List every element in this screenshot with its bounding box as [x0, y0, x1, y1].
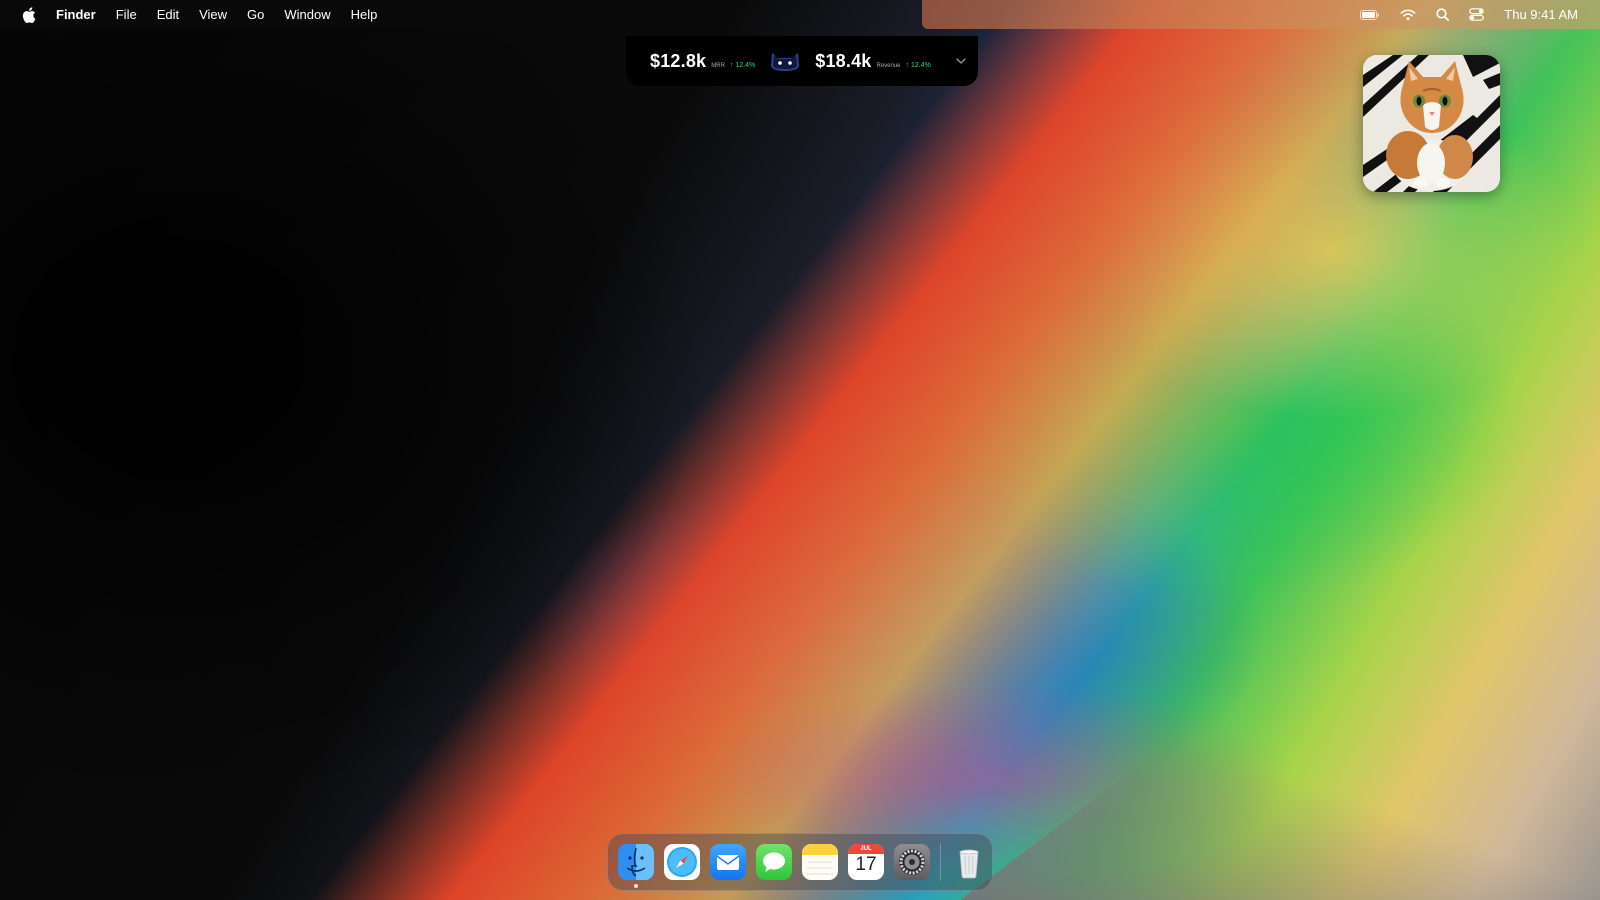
- revenue-value: $18.4k: [815, 50, 872, 71]
- revenue-label: Revenue: [876, 62, 901, 69]
- menu-edit[interactable]: Edit: [157, 7, 179, 22]
- dock-messages[interactable]: [756, 844, 792, 880]
- finder-running-indicator: [634, 884, 638, 888]
- menu-window[interactable]: Window: [284, 7, 330, 22]
- menubar-clock[interactable]: Thu 9:41 AM: [1504, 7, 1578, 22]
- desktop-wallpaper: [0, 0, 1600, 900]
- menu-help[interactable]: Help: [351, 7, 378, 22]
- safari-compass-icon: [667, 847, 697, 877]
- trash-icon: [959, 849, 979, 879]
- dock-notes[interactable]: [802, 844, 838, 880]
- battery-icon[interactable]: [1360, 9, 1380, 20]
- menu-go[interactable]: Go: [247, 7, 264, 22]
- dock-separator: [940, 843, 941, 881]
- dock-trash[interactable]: [951, 844, 987, 880]
- menu-view[interactable]: View: [199, 7, 227, 22]
- photo-widget[interactable]: [1363, 55, 1500, 192]
- mail-envelope-icon: [716, 855, 740, 870]
- dock-system-settings[interactable]: [894, 844, 930, 880]
- cat-mascot-icon: [769, 49, 801, 73]
- dock-mail[interactable]: [710, 844, 746, 880]
- apple-logo-icon[interactable]: [22, 6, 36, 23]
- notes-icon: [802, 844, 838, 875]
- menu-app-name[interactable]: Finder: [56, 7, 96, 22]
- revenue-change: ↑ 12.4%: [905, 61, 931, 69]
- revenue-stats-widget[interactable]: $12.8k MRR ↑ 12.4% $18.4k Revenue ↑ 12.4…: [626, 36, 978, 86]
- spotlight-search-icon[interactable]: [1436, 8, 1450, 21]
- control-center-icon[interactable]: [1469, 8, 1485, 21]
- gear-icon: [899, 849, 925, 875]
- menu-bar: Finder File Edit View Go Window Help Thu…: [0, 0, 1600, 29]
- dock: JUL 17: [607, 833, 993, 891]
- mrr-value: $12.8k: [650, 50, 707, 71]
- revenue-stat: $18.4k Revenue ↑ 12.4%: [815, 51, 931, 72]
- calendar-month: JUL: [860, 846, 872, 852]
- dock-calendar[interactable]: JUL 17: [848, 844, 884, 880]
- mrr-stat: $12.8k MRR ↑ 12.4%: [650, 51, 755, 72]
- mrr-change: ↑ 12.4%: [729, 61, 756, 69]
- wifi-icon[interactable]: [1400, 9, 1416, 21]
- dock-safari[interactable]: [664, 844, 700, 880]
- mrr-label: MRR: [711, 62, 725, 69]
- calendar-day: 17: [855, 854, 877, 875]
- messages-bubble-icon: [763, 852, 785, 872]
- chevron-down-icon[interactable]: [956, 58, 966, 64]
- finder-icon: [626, 847, 646, 877]
- orange-kitten-photo: [1363, 55, 1500, 192]
- menu-file[interactable]: File: [116, 7, 137, 22]
- dock-finder[interactable]: [618, 844, 654, 880]
